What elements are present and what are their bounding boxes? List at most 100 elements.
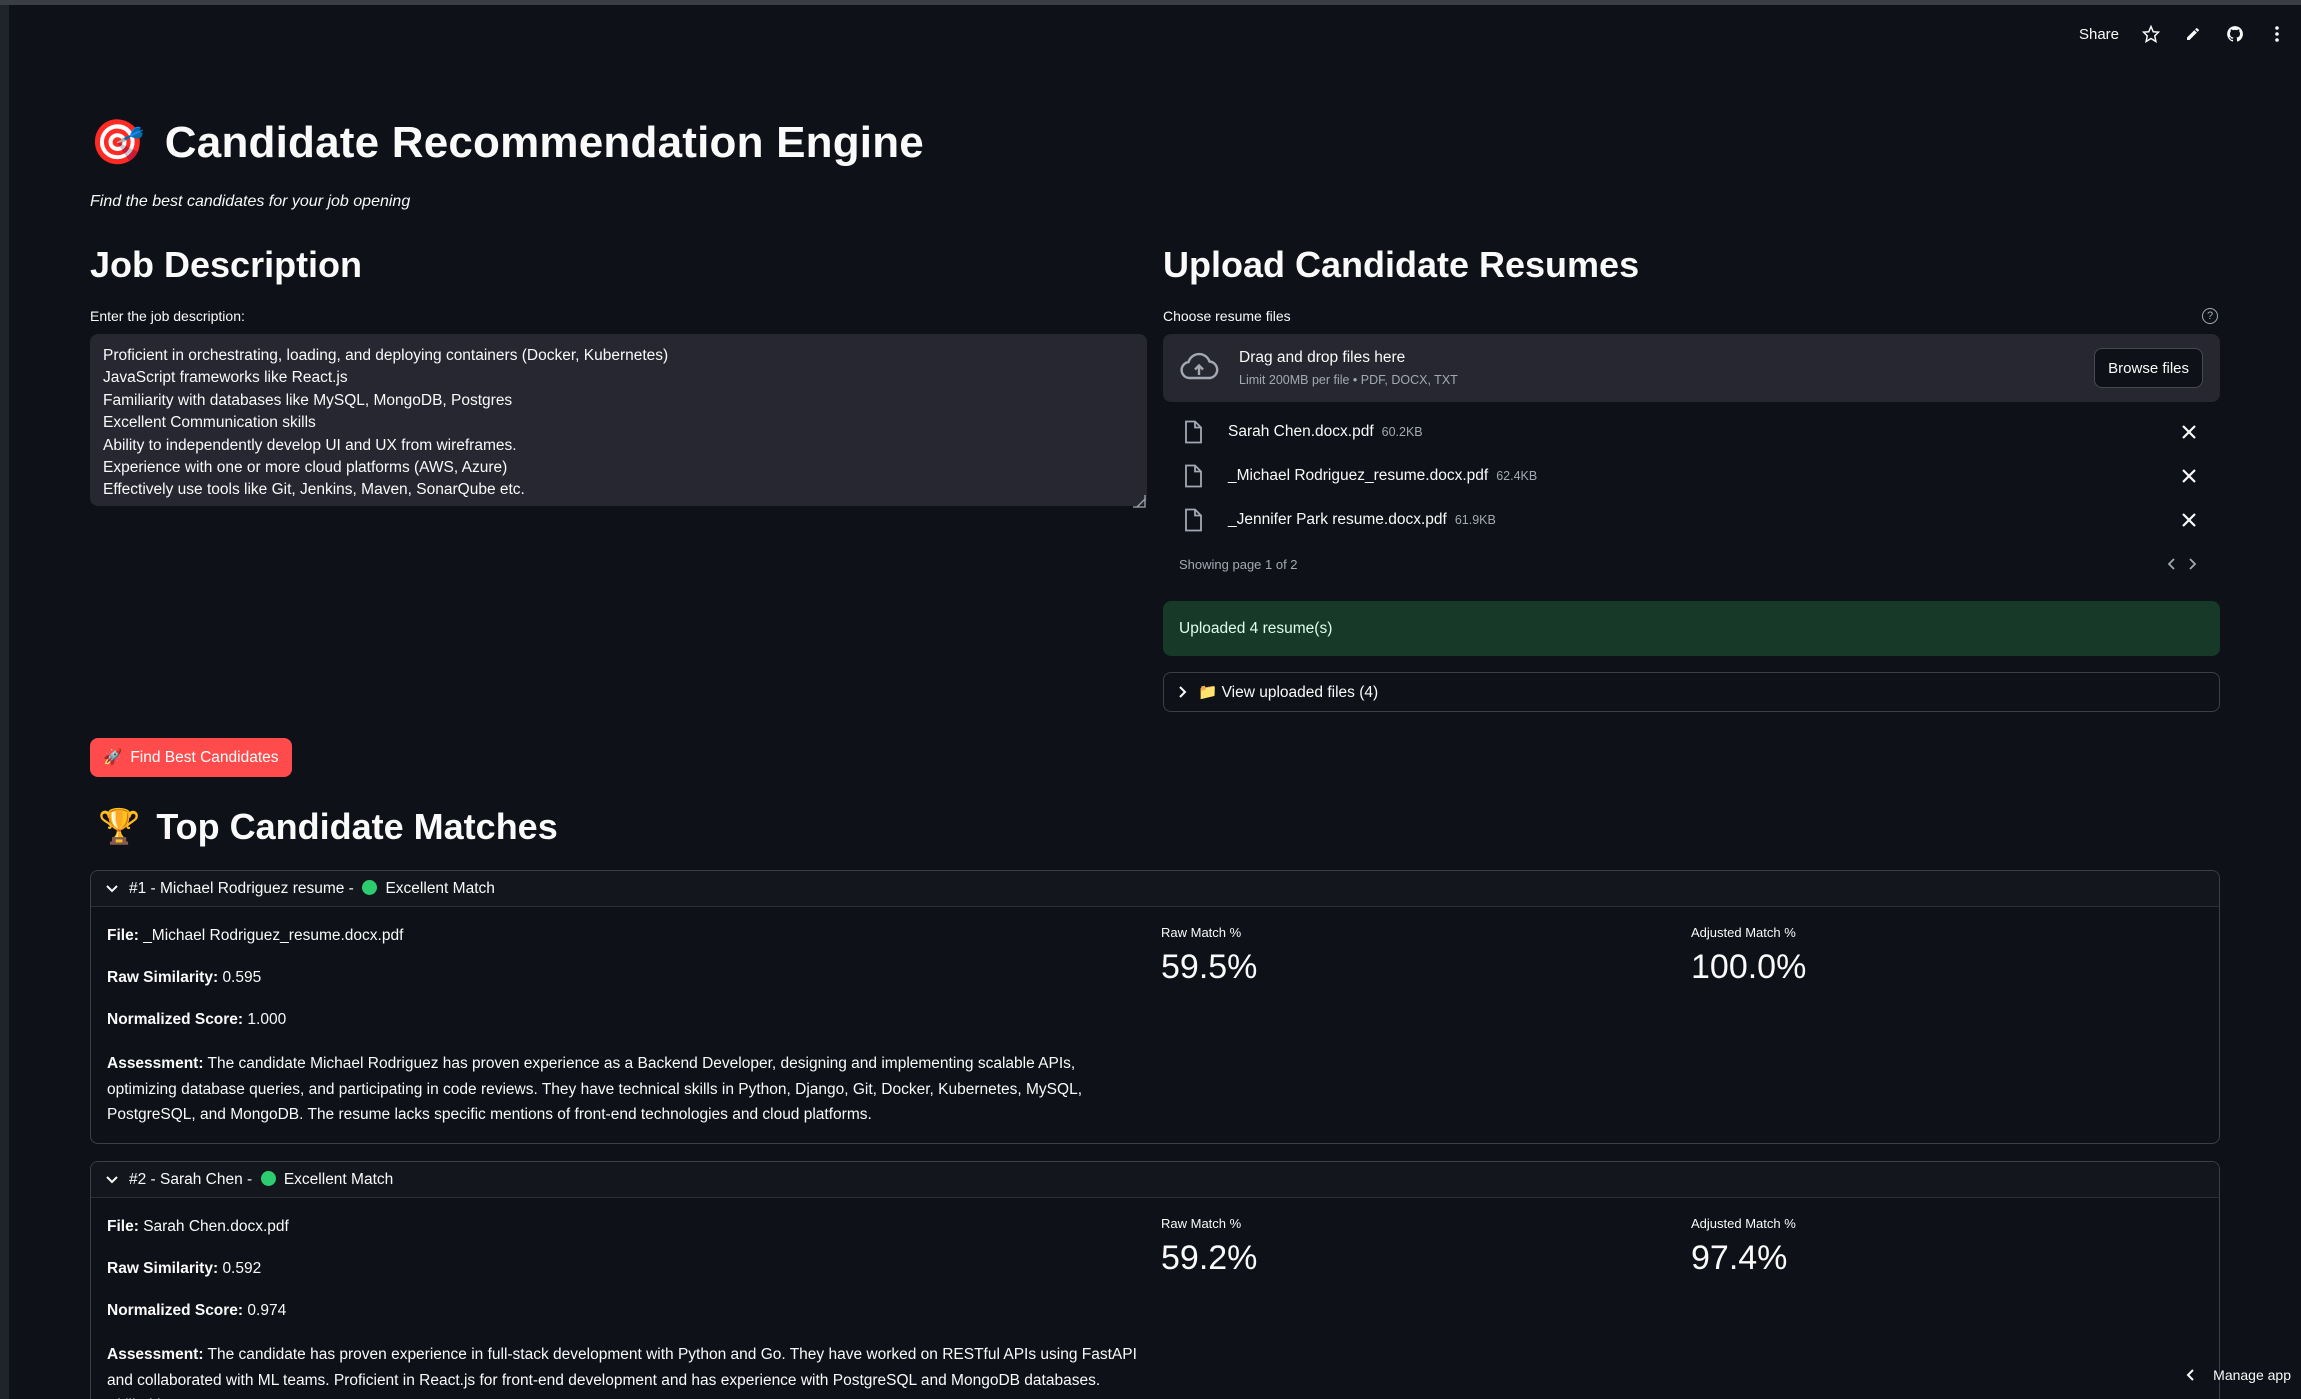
job-description-heading: Job Description [90,244,363,285]
file-name: _Jennifer Park resume.docx.pdf [1228,511,1447,528]
file-size: 61.9KB [1454,513,1496,527]
upload-label: Choose resume files [1163,308,1291,324]
job-description-line: Experience with one or more cloud platfo… [103,459,508,477]
dropzone-text: Drag and drop files here [1239,349,1406,366]
page-title-row: 🎯 Candidate Recommendation Engine [90,118,924,168]
assessment-label: Assessment: [107,1055,204,1072]
target-icon: 🎯 [90,118,145,167]
assessment-label: Assessment: [107,1346,204,1363]
browse-files-button[interactable]: Browse files [2094,348,2203,388]
normalized-score-value: 1.000 [247,1011,287,1028]
dropzone-limit-text: Limit 200MB per file • PDF, DOCX, TXT [1239,373,1458,387]
file-size: 62.4KB [1496,469,1538,483]
header-toolbar: Share [2079,20,2287,48]
file-pager: Showing page 1 of 2 [1163,542,2220,586]
chevron-left-icon[interactable] [2166,557,2176,571]
edit-icon[interactable] [2183,24,2203,44]
raw-similarity-label: Raw Similarity: [107,969,219,986]
share-button[interactable]: Share [2079,26,2119,43]
trophy-icon: 🏆 [98,808,141,846]
more-vertical-icon[interactable] [2267,24,2287,44]
page-subtitle: Find the best candidates for your job op… [90,193,411,210]
raw-similarity-label: Raw Similarity: [107,1260,219,1277]
raw-match-label: Raw Match % [1161,1216,1242,1231]
resize-handle-icon[interactable] [1132,494,1146,508]
help-icon[interactable]: ? [2202,308,2218,324]
github-icon[interactable] [2225,24,2245,44]
file-name: Sarah Chen.docx.pdf [1228,423,1374,440]
file-icon [1185,420,1202,444]
uploaded-file-list: Sarah Chen.docx.pdf 60.2KB _Michael Rodr… [1163,410,2220,586]
top-matches-heading: Top Candidate Matches [156,806,558,847]
job-description-line: Excellent Communication skills [103,414,316,432]
uploaded-files-expander[interactable]: 📁 View uploaded files (4) [1163,672,2220,712]
chevron-down-icon [106,884,118,892]
assessment-text: The candidate Michael Rodriguez has prov… [107,1055,1083,1123]
find-button-label: Find Best Candidates [130,748,279,766]
remove-file-icon[interactable] [2180,423,2198,441]
adjusted-match-label: Adjusted Match % [1691,1216,1796,1231]
remove-file-icon[interactable] [2180,511,2198,529]
raw-match-metric: Raw Match % 59.5% [1161,925,1257,987]
job-description-line: Proficient in orchestrating, loading, an… [103,347,669,364]
normalized-score-label: Normalized Score: [107,1011,244,1028]
file-item: Sarah Chen.docx.pdf 60.2KB [1163,410,2220,454]
page-title: Candidate Recommendation Engine [164,118,924,167]
cloud-upload-icon [1180,352,1219,380]
candidate-details: File: _Michael Rodriguez_resume.docx.pdf… [107,925,1137,1143]
find-best-candidates-button[interactable]: 🚀 Find Best Candidates [90,738,292,777]
match-quality: Excellent Match [283,1170,394,1188]
left-edge [0,5,9,1399]
candidate-file: Sarah Chen.docx.pdf [143,1218,289,1235]
normalized-score-value: 0.974 [247,1302,287,1319]
candidate-card-header[interactable]: #1 - Michael Rodriguez resume - Excellen… [91,871,2219,907]
adjusted-match-value: 97.4% [1691,1239,1788,1277]
chevron-right-icon [1179,686,1187,698]
job-description-line: Effectively use tools like Git, Jenkins,… [103,481,525,499]
file-dropzone[interactable]: Drag and drop files here Limit 200MB per… [1163,334,2220,402]
file-icon [1185,464,1202,488]
candidate-details: File: Sarah Chen.docx.pdf Raw Similarity… [107,1216,1137,1399]
job-description-label: Enter the job description: [90,308,245,324]
manage-app-label: Manage app [2213,1367,2291,1383]
job-description-line: JavaScript frameworks like React.js [103,369,348,387]
candidate-file: _Michael Rodriguez_resume.docx.pdf [143,927,404,944]
expander-label: View uploaded files (4) [1221,683,1379,701]
rocket-icon: 🚀 [103,749,123,766]
star-icon[interactable] [2141,24,2161,44]
adjusted-match-label: Adjusted Match % [1691,925,1796,940]
manage-app-button[interactable]: Manage app [2185,1367,2291,1383]
job-description-textarea[interactable]: Proficient in orchestrating, loading, an… [90,334,1147,508]
file-label: File: [107,927,139,944]
candidate-card: #1 - Michael Rodriguez resume - Excellen… [90,870,2220,1144]
candidate-card: #2 - Sarah Chen - Excellent Match File: … [90,1161,2220,1399]
job-description-section: Job Description Enter the job descriptio… [90,244,1147,508]
normalized-score-label: Normalized Score: [107,1302,244,1319]
raw-match-value: 59.2% [1161,1239,1258,1277]
raw-match-value: 59.5% [1161,948,1258,986]
file-label: File: [107,1218,139,1235]
folder-icon: 📁 [1198,683,1218,701]
chevron-right-icon[interactable] [2188,557,2198,571]
top-matches-heading-row: 🏆 Top Candidate Matches [98,806,558,848]
raw-match-label: Raw Match % [1161,925,1242,940]
candidate-rank-name: #2 - Sarah Chen - [129,1170,253,1188]
file-size: 60.2KB [1381,425,1423,439]
upload-heading: Upload Candidate Resumes [1163,244,1640,285]
chevron-down-icon [106,1175,118,1183]
remove-file-icon[interactable] [2180,467,2198,485]
job-description-line: Ability to independently develop UI and … [103,436,517,454]
file-item: _Jennifer Park resume.docx.pdf 61.9KB [1163,498,2220,542]
assessment-text: The candidate has proven experience in f… [107,1346,1137,1399]
adjusted-match-metric: Adjusted Match % 97.4% [1691,1216,1796,1278]
raw-similarity-value: 0.592 [222,1260,262,1277]
candidate-card-header[interactable]: #2 - Sarah Chen - Excellent Match [91,1162,2219,1198]
green-circle-icon [362,879,378,895]
upload-section: Upload Candidate Resumes Choose resume f… [1163,244,2220,712]
raw-match-metric: Raw Match % 59.2% [1161,1216,1257,1278]
candidate-rank-name: #1 - Michael Rodriguez resume - [129,879,354,897]
job-description-line: Familiarity with databases like MySQL, M… [103,391,513,409]
file-item: _Michael Rodriguez_resume.docx.pdf 62.4K… [1163,454,2220,498]
green-circle-icon [260,1170,276,1186]
pager-text: Showing page 1 of 2 [1179,556,1298,572]
